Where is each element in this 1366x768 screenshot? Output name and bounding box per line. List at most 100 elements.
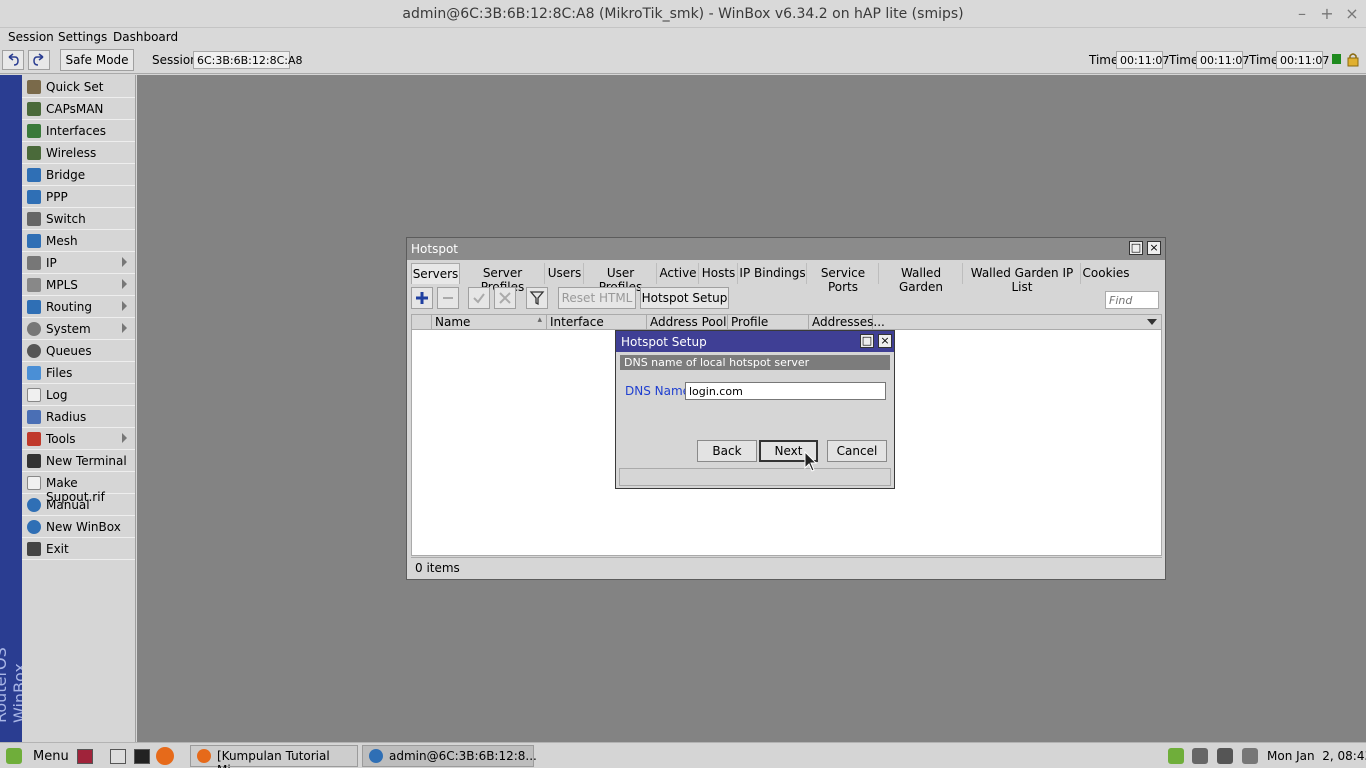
sidebar-item-switch[interactable]: Switch xyxy=(22,209,135,230)
sidebar-item-label: MPLS xyxy=(46,278,78,292)
filter-button[interactable] xyxy=(526,287,548,309)
sidebar-item-wireless[interactable]: Wireless xyxy=(22,143,135,164)
sort-arrow-icon: ▴ xyxy=(537,315,542,325)
hotspot-setup-button[interactable]: Hotspot Setup xyxy=(640,287,729,309)
find-input[interactable] xyxy=(1105,291,1159,309)
maximize-icon[interactable]: □ xyxy=(860,334,874,348)
tab-walled-garden-ip-list[interactable]: Walled Garden IP List xyxy=(964,263,1081,294)
tab-active[interactable]: Active xyxy=(658,263,699,284)
mint-logo-icon[interactable] xyxy=(6,748,22,764)
firefox-icon[interactable] xyxy=(156,747,174,765)
start-menu-button[interactable]: Menu xyxy=(33,749,69,764)
show-desktop-icon[interactable] xyxy=(77,749,93,764)
sidebar-item-interfaces[interactable]: Interfaces xyxy=(22,121,135,142)
back-button[interactable]: Back xyxy=(697,440,757,462)
add-button[interactable] xyxy=(411,287,433,309)
reset-html-button[interactable]: Reset HTML xyxy=(558,287,636,309)
sidebar-item-system[interactable]: System xyxy=(22,319,135,340)
interfaces-icon xyxy=(27,124,41,138)
maximize-icon[interactable]: + xyxy=(1317,4,1337,24)
disable-button[interactable] xyxy=(494,287,516,309)
close-icon[interactable]: × xyxy=(878,334,892,348)
antenna-icon xyxy=(27,102,41,116)
maximize-icon[interactable]: □ xyxy=(1129,241,1143,255)
log-icon xyxy=(27,388,41,402)
redo-button[interactable] xyxy=(28,50,50,70)
remove-button[interactable] xyxy=(437,287,459,309)
menu-session[interactable]: Session xyxy=(8,30,54,44)
sidebar-item-manual[interactable]: Manual xyxy=(22,495,135,516)
column-header-address-pool[interactable]: Address Pool xyxy=(647,315,728,329)
sidebar-item-routing[interactable]: Routing xyxy=(22,297,135,318)
sidebar-item-tools[interactable]: Tools xyxy=(22,429,135,450)
sidebar-item-capsman[interactable]: CAPsMAN xyxy=(22,99,135,120)
taskbar-item-winbox[interactable]: admin@6C:3B:6B:12:8... xyxy=(362,745,537,767)
dns-name-input[interactable]: login.com xyxy=(685,382,886,400)
column-chooser-dropdown-icon[interactable] xyxy=(1147,319,1157,325)
sidebar-item-make-supout[interactable]: Make Supout.rif xyxy=(22,473,135,504)
taskbar-item-browser[interactable]: [Kumpulan Tutorial Mi... xyxy=(190,745,358,768)
file-manager-icon[interactable] xyxy=(110,749,126,764)
terminal-launcher-icon[interactable] xyxy=(134,749,150,764)
tab-users[interactable]: Users xyxy=(546,263,584,284)
time-field: 00:11:07 xyxy=(1196,51,1249,69)
quick-set-icon xyxy=(27,80,41,94)
tab-walled-garden[interactable]: Walled Garden xyxy=(880,263,963,294)
tab-servers[interactable]: Servers xyxy=(411,263,460,284)
time-label: Time xyxy=(1169,53,1199,67)
close-icon[interactable]: × xyxy=(1147,241,1161,255)
tab-server-profiles[interactable]: Server Profiles xyxy=(461,263,545,294)
sidebar-item-queues[interactable]: Queues xyxy=(22,341,135,362)
setup-titlebar[interactable]: Hotspot Setup □ × xyxy=(616,331,894,352)
status-bar: 0 items xyxy=(411,557,1162,577)
menu-settings[interactable]: Settings xyxy=(58,30,107,44)
cancel-button[interactable]: Cancel xyxy=(827,440,887,462)
tab-cookies[interactable]: Cookies xyxy=(1082,263,1130,284)
sidebar-item-exit[interactable]: Exit xyxy=(22,539,135,560)
sidebar-item-label: Exit xyxy=(46,542,69,556)
setup-status-bar xyxy=(619,468,891,486)
undo-button[interactable] xyxy=(2,50,24,70)
update-shield-icon[interactable] xyxy=(1168,748,1184,764)
redo-icon xyxy=(33,53,44,66)
sidebar-item-radius[interactable]: Radius xyxy=(22,407,135,428)
submenu-arrow-icon xyxy=(122,433,127,443)
tab-ip-bindings[interactable]: IP Bindings xyxy=(739,263,807,284)
sidebar-item-label: Interfaces xyxy=(46,124,106,138)
submenu-arrow-icon xyxy=(122,301,127,311)
volume-icon[interactable] xyxy=(1192,748,1208,764)
sidebar-item-quick-set[interactable]: Quick Set xyxy=(22,77,135,98)
menu-dashboard[interactable]: Dashboard xyxy=(113,30,178,44)
sidebar-item-mesh[interactable]: Mesh xyxy=(22,231,135,252)
column-header-addresses[interactable]: Addresses... xyxy=(809,315,885,329)
hotspot-title: Hotspot xyxy=(411,242,458,256)
column-header-flag[interactable] xyxy=(412,315,432,329)
sidebar-item-files[interactable]: Files xyxy=(22,363,135,384)
enable-button[interactable] xyxy=(468,287,490,309)
tab-hosts[interactable]: Hosts xyxy=(700,263,738,284)
column-header-interface[interactable]: Interface xyxy=(547,315,647,329)
clock[interactable]: Mon Jan 2, 08:43 xyxy=(1267,749,1366,763)
sidebar-item-new-terminal[interactable]: New Terminal xyxy=(22,451,135,472)
hotspot-titlebar[interactable]: Hotspot □ × xyxy=(407,238,1165,260)
network-icon[interactable] xyxy=(1217,748,1233,764)
close-icon[interactable]: × xyxy=(1342,4,1362,24)
dns-name-label: DNS Name xyxy=(625,384,691,398)
tab-user-profiles[interactable]: User Profiles xyxy=(585,263,657,294)
tab-service-ports[interactable]: Service Ports xyxy=(808,263,879,294)
session-field[interactable]: 6C:3B:6B:12:8C:A8 xyxy=(193,51,303,69)
battery-icon[interactable] xyxy=(1242,748,1258,764)
column-header-name[interactable]: Name ▴ xyxy=(432,315,547,329)
setup-title: Hotspot Setup xyxy=(621,335,707,349)
sidebar-item-log[interactable]: Log xyxy=(22,385,135,406)
safe-mode-button[interactable]: Safe Mode xyxy=(60,49,134,71)
sidebar-item-bridge[interactable]: Bridge xyxy=(22,165,135,186)
sidebar-item-mpls[interactable]: MPLS xyxy=(22,275,135,296)
connection-status-icon xyxy=(1332,54,1341,64)
sidebar-item-new-winbox[interactable]: New WinBox xyxy=(22,517,135,538)
sidebar-item-ip[interactable]: IP xyxy=(22,253,135,274)
switch-icon xyxy=(27,212,41,226)
minimize-icon[interactable]: – xyxy=(1292,4,1312,24)
sidebar-item-ppp[interactable]: PPP xyxy=(22,187,135,208)
column-header-profile[interactable]: Profile xyxy=(728,315,809,329)
